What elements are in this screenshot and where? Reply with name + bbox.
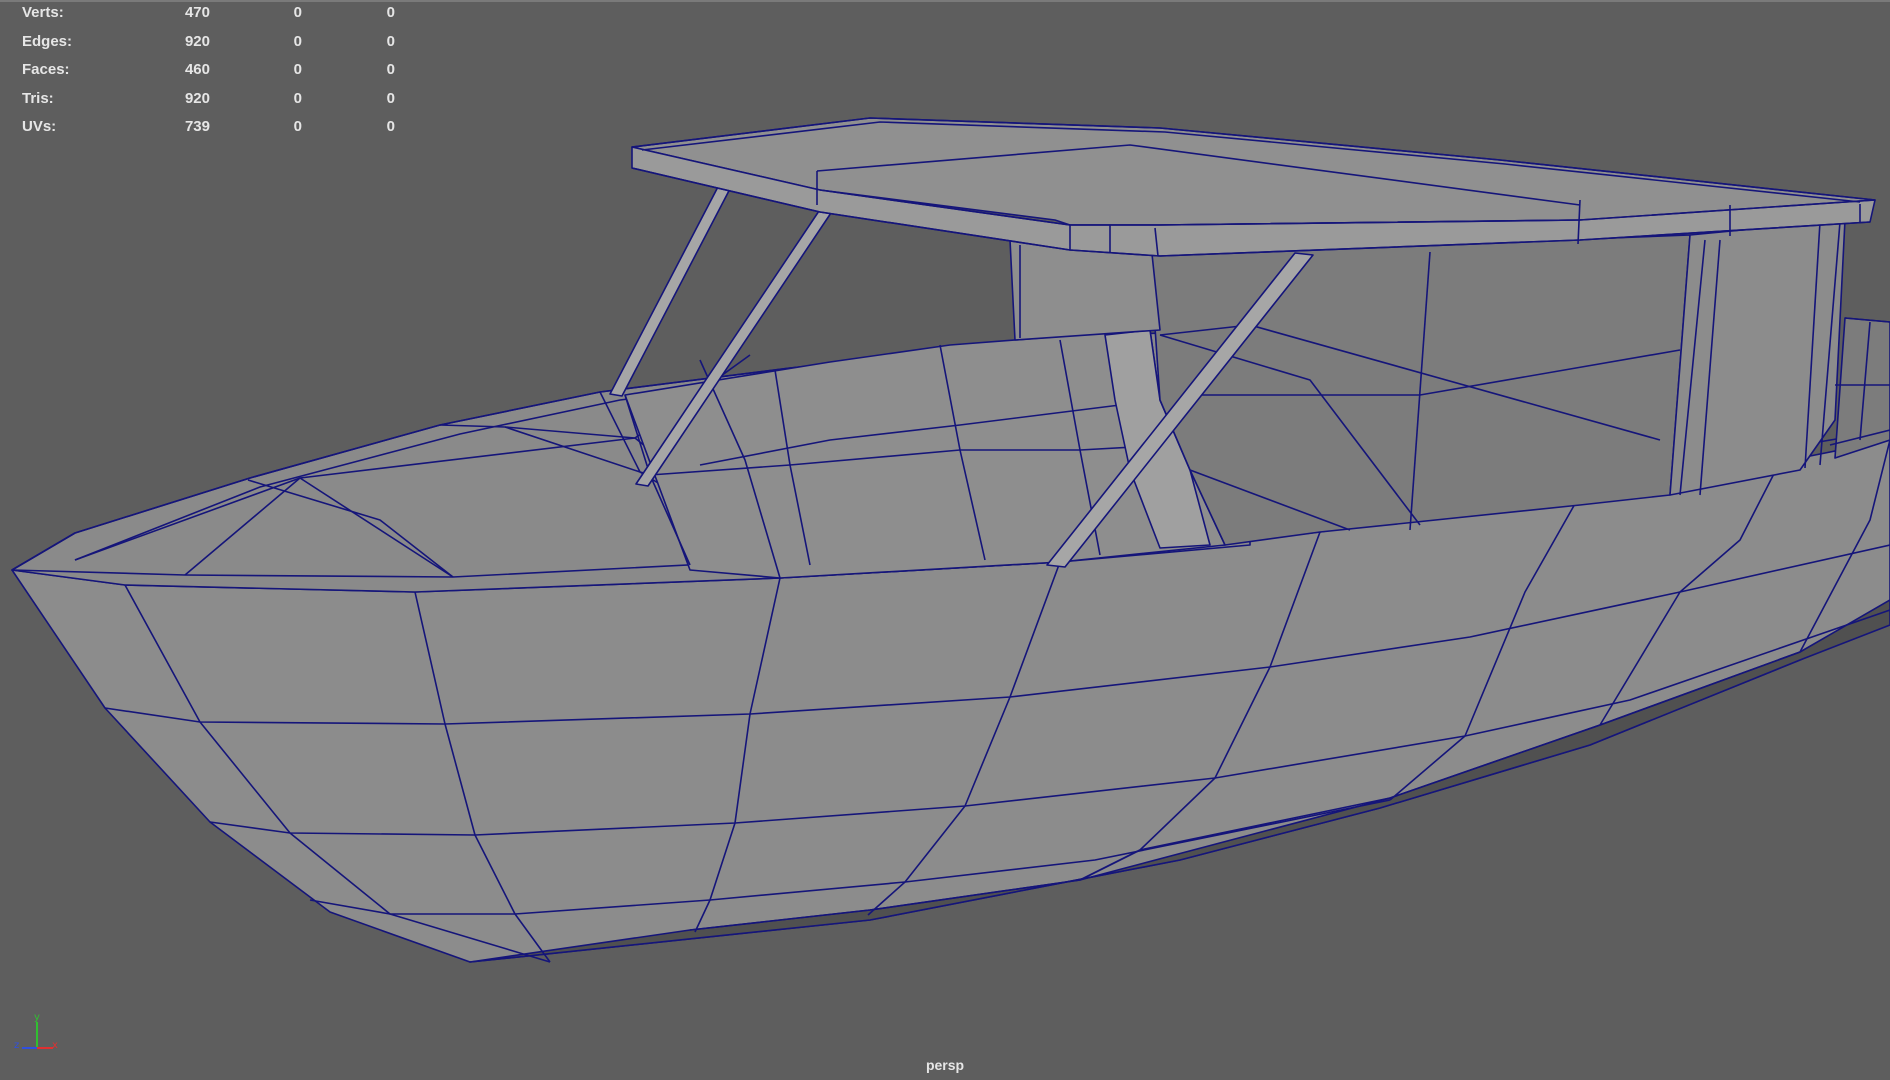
hud-value: 0 xyxy=(293,32,302,50)
hud-value: 0 xyxy=(293,118,302,136)
hud-value: 0 xyxy=(293,89,302,107)
hud-value: 0 xyxy=(386,32,395,50)
z-axis-label: z xyxy=(14,1040,19,1051)
hud-value: 0 xyxy=(293,4,302,21)
hud-row-tris: Tris: 920 0 0 xyxy=(22,88,402,117)
hud-value: 460 xyxy=(184,61,210,79)
axis-gizmo-icon: y x z xyxy=(14,1012,58,1051)
hud-row-verts: Verts: 470 0 0 xyxy=(22,2,402,31)
hud-value: 0 xyxy=(386,89,395,107)
hud-value: 0 xyxy=(386,61,395,79)
hud-value: 0 xyxy=(386,4,395,21)
hud-value: 920 xyxy=(184,32,210,50)
perspective-viewport[interactable]: Verts: 470 0 0 Edges: 920 0 0 Faces: 460… xyxy=(0,0,1890,1080)
hud-label: Verts: xyxy=(22,4,64,21)
hud-label: Tris: xyxy=(22,89,54,107)
hud-row-uvs: UVs: 739 0 0 xyxy=(22,116,402,145)
hud-row-faces: Faces: 460 0 0 xyxy=(22,59,402,88)
windshield-strut-left xyxy=(609,182,733,397)
hud-label: UVs: xyxy=(22,118,57,136)
boat-model-wireframe[interactable] xyxy=(0,0,1890,1080)
hud-label: Edges: xyxy=(22,32,73,50)
hud-value: 920 xyxy=(184,89,210,107)
hud-value: 470 xyxy=(184,4,210,21)
poly-count-hud: Verts: 470 0 0 Edges: 920 0 0 Faces: 460… xyxy=(22,2,402,145)
x-axis-label: x xyxy=(52,1040,58,1051)
hud-row-edges: Edges: 920 0 0 xyxy=(22,31,402,60)
hud-label: Faces: xyxy=(22,61,70,79)
hud-value: 739 xyxy=(184,118,210,136)
camera-name-label: persp xyxy=(925,1057,965,1073)
hud-value: 0 xyxy=(293,61,302,79)
hud-value: 0 xyxy=(386,118,395,136)
y-axis-label: y xyxy=(34,1012,40,1023)
